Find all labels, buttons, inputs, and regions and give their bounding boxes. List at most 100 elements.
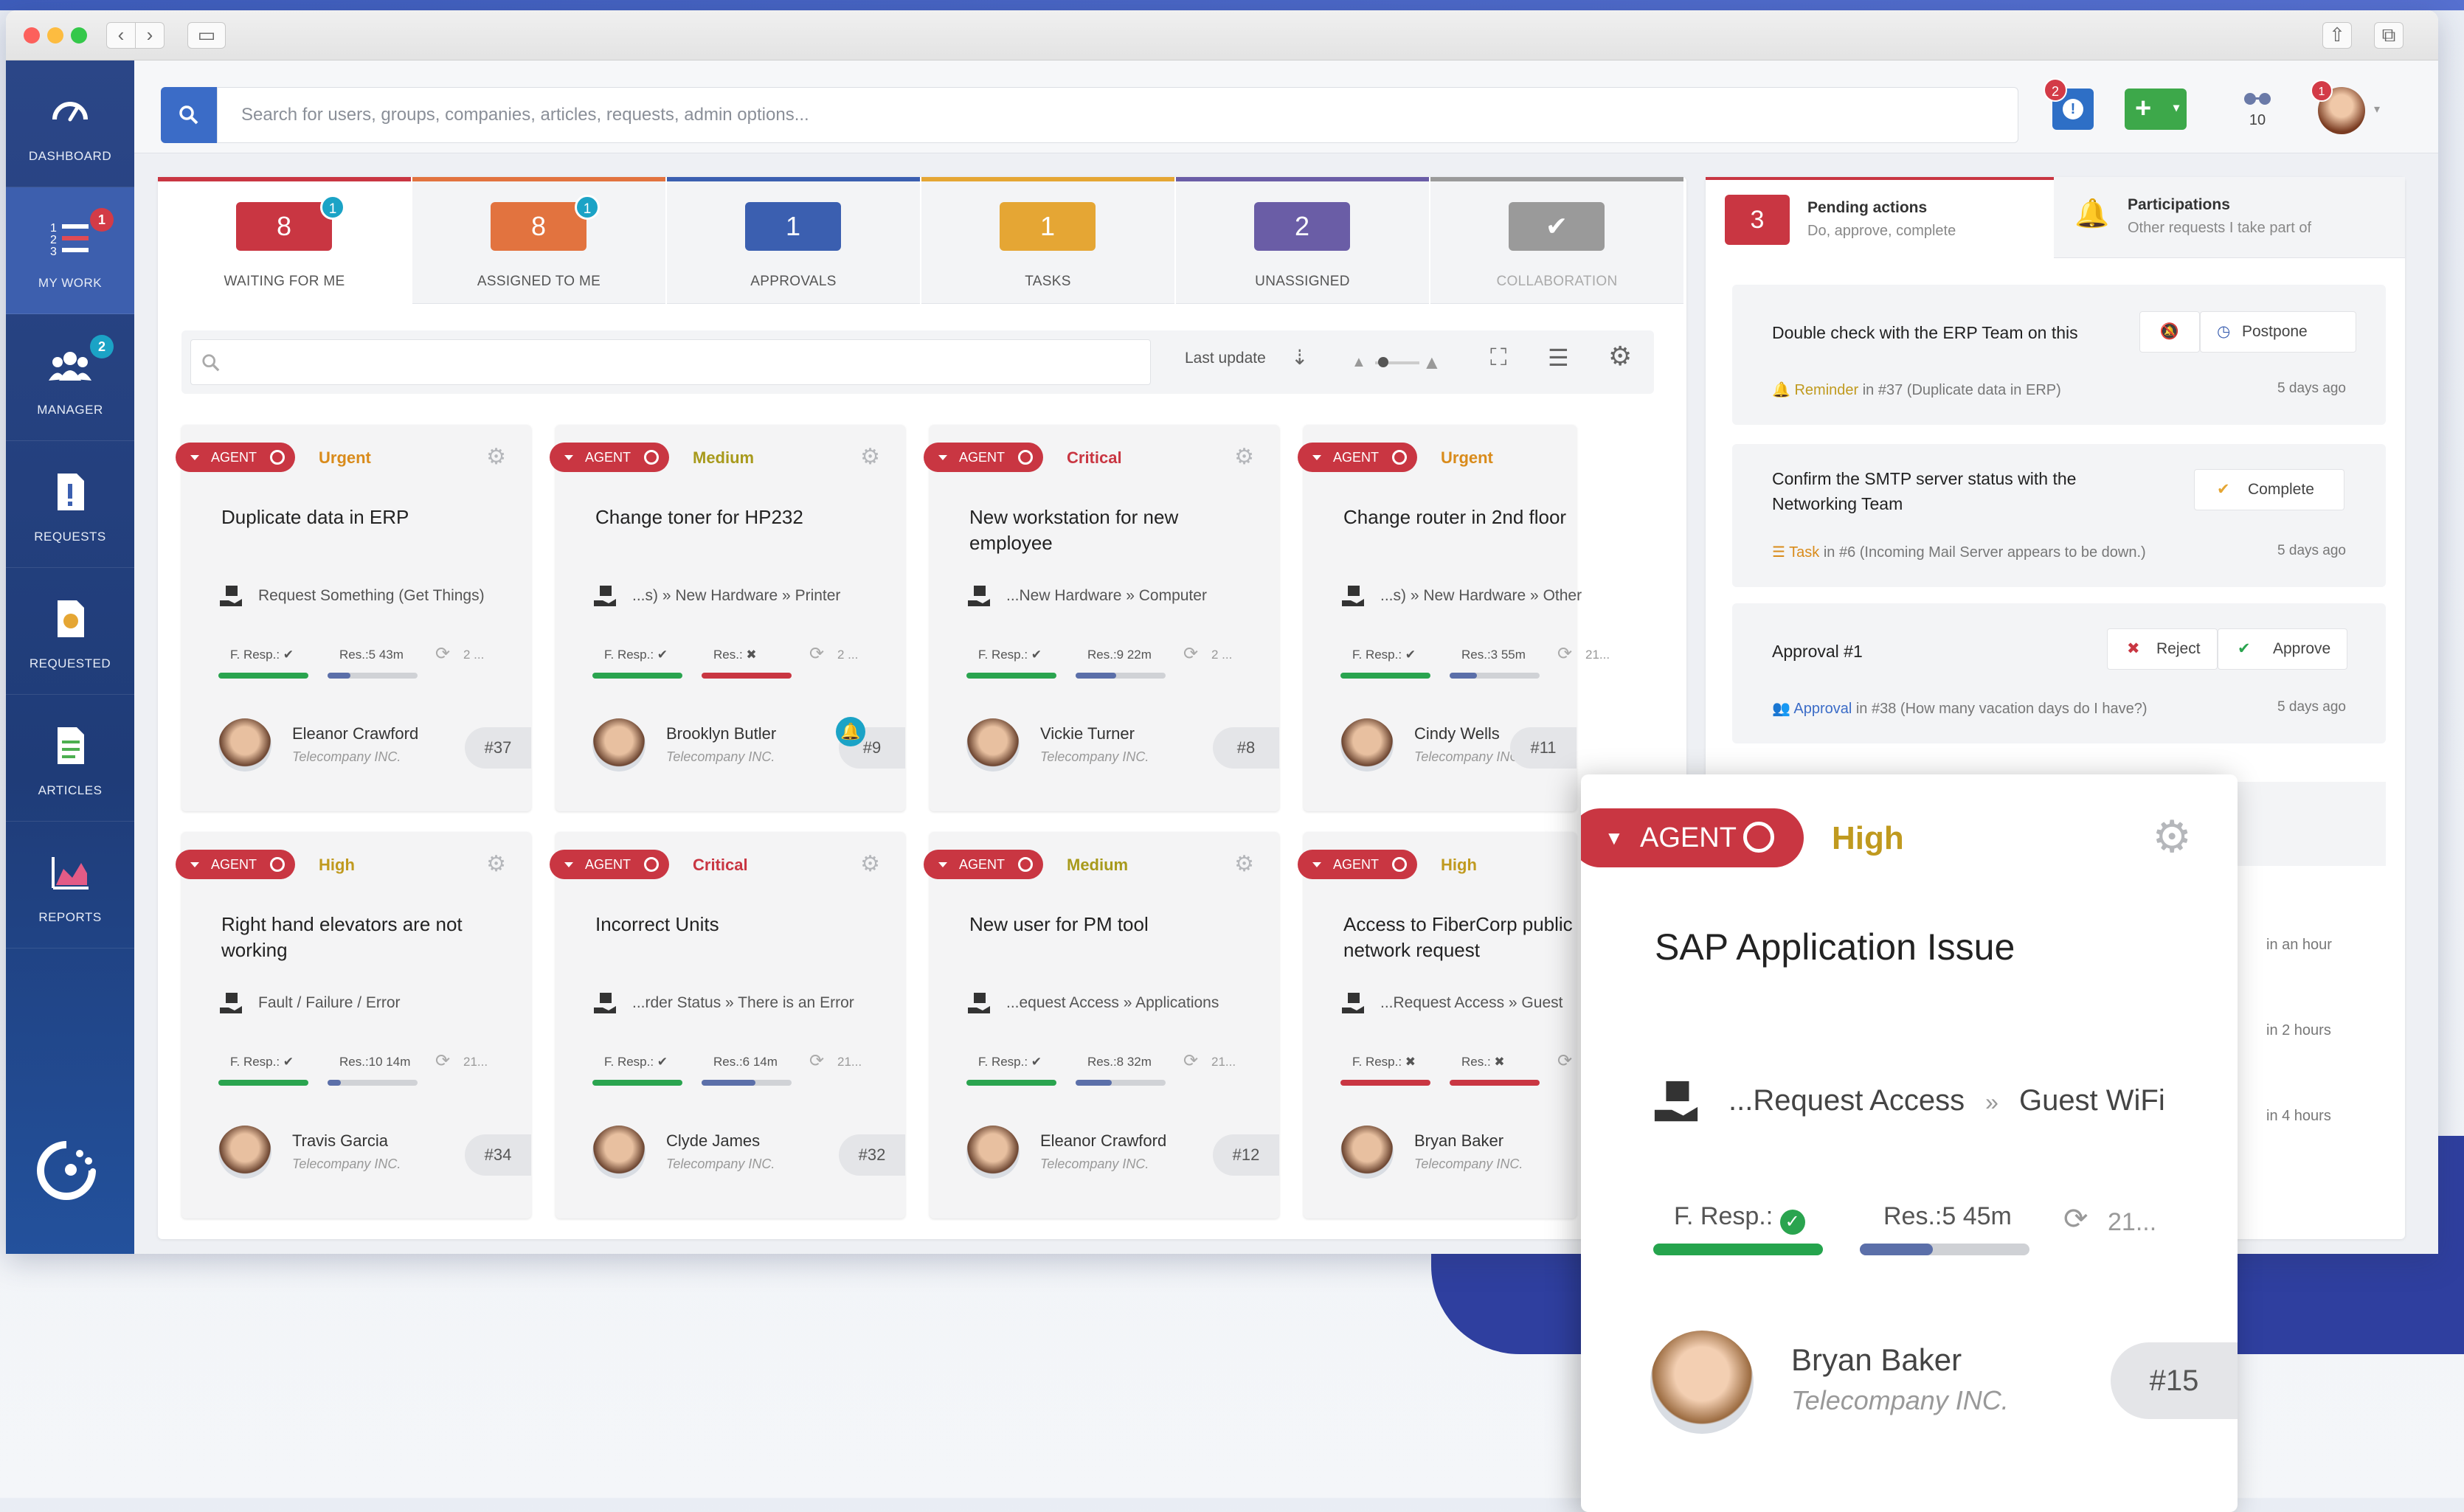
agent-tag[interactable]: AGENT	[176, 443, 296, 472]
settings-gear-icon[interactable]: ⚙	[2152, 811, 2192, 863]
tabs-icon[interactable]: ⧉	[2374, 22, 2404, 49]
pending-action-item[interactable]: Approval #1 ✖ Reject ✔ Approve 👥 Approval in …	[1732, 603, 2386, 743]
agent-tag[interactable]: AGENT	[924, 850, 1044, 879]
complete-button[interactable]: ✔ Complete	[2194, 469, 2344, 510]
ticket-id[interactable]: #37	[465, 727, 531, 769]
tab-title: Pending actions	[1807, 199, 1928, 216]
cycle-count: 2 ...	[837, 648, 859, 662]
ticket-card[interactable]: AGENT Urgent Change router in 2nd floor...…	[1298, 425, 1610, 811]
tab-collaboration[interactable]: ✔ COLLABORATION	[1430, 177, 1683, 304]
priority-label: High	[1832, 820, 1904, 856]
settings-gear-icon[interactable]: ⚙	[486, 444, 506, 470]
tab-pending-actions[interactable]: 3 Pending actions Do, approve, complete	[1706, 177, 2054, 260]
zoomed-ticket-card[interactable]: ▼ AGENT High ⚙ SAP Application Issue ...…	[1581, 774, 2238, 1512]
tab-assigned-to-me[interactable]: 8 1 ASSIGNED TO ME	[412, 177, 665, 304]
search-button[interactable]	[161, 87, 217, 143]
agent-tag[interactable]: AGENT	[550, 850, 670, 879]
sidebar-item-dashboard[interactable]: DASHBOARD	[6, 60, 134, 187]
ticket-card[interactable]: AGENT Medium ⚙ New user for PM tool ...eques…	[924, 832, 1279, 1218]
ticket-id[interactable]: #32	[839, 1134, 905, 1176]
settings-gear-icon[interactable]: ⚙	[1234, 444, 1254, 470]
top-bar: Search for users, groups, companies, art…	[134, 60, 2438, 153]
alerts-button[interactable]: ! 2	[2043, 78, 2094, 130]
requester-name: Vickie Turner	[1040, 724, 1135, 743]
add-new-button[interactable]: + ▾	[2125, 89, 2187, 130]
sort-order-icon[interactable]: ⇣	[1291, 345, 1308, 370]
sidebar-item-requests[interactable]: REQUESTS	[6, 441, 134, 568]
action-type-link[interactable]: Reminder	[1794, 382, 1858, 398]
pending-action-item[interactable]: Double check with the ERP Team on this 🔕 ◷…	[1732, 285, 2386, 425]
filter-search-input[interactable]	[190, 339, 1151, 385]
ticket-card[interactable]: AGENT High ⚙ Right hand elevators are not w…	[176, 832, 531, 1218]
maximize-window-button[interactable]	[71, 27, 87, 44]
ticket-id[interactable]: #34	[465, 1134, 531, 1176]
agent-tag[interactable]: AGENT	[550, 443, 670, 472]
ticket-id[interactable]: #8	[1213, 727, 1279, 769]
minimize-window-button[interactable]	[47, 27, 63, 44]
list-view-icon[interactable]: ☰	[1548, 344, 1569, 372]
settings-gear-icon[interactable]: ⚙	[486, 851, 506, 877]
ticket-card[interactable]: AGENT Critical ⚙ Incorrect Units ...rder Sta…	[550, 832, 905, 1218]
work-panel: 8 1 WAITING FOR ME 8 1 ASSIGNED TO ME 1 APPROVA…	[158, 177, 1686, 1239]
sidebar-toggle-icon[interactable]: ▭	[187, 22, 226, 49]
back-icon[interactable]: ‹	[106, 22, 136, 49]
forward-icon[interactable]: ›	[135, 22, 165, 49]
approve-button[interactable]: ✔ Approve	[2218, 628, 2347, 670]
close-window-button[interactable]	[24, 27, 40, 44]
tab-unassigned[interactable]: 2 UNASSIGNED	[1176, 177, 1429, 304]
global-search-input[interactable]: Search for users, groups, companies, art…	[217, 87, 2018, 143]
sidebar-item-reports[interactable]: REPORTS	[6, 822, 134, 949]
resolution-bar	[702, 1080, 792, 1086]
chevron-down-icon[interactable]: ▾	[2374, 102, 2380, 117]
agent-tag[interactable]: AGENT	[176, 850, 296, 879]
agent-tag[interactable]: AGENT	[1298, 850, 1418, 879]
ticket-card[interactable]: AGENT Critical ⚙ New workstation for new em…	[924, 425, 1279, 811]
sort-label[interactable]: Last update	[1185, 350, 1266, 367]
resolution-label: Res.:8 32m	[1087, 1055, 1152, 1069]
sidebar-item-requested[interactable]: REQUESTED	[6, 568, 134, 695]
settings-gear-icon[interactable]: ⚙	[860, 444, 880, 470]
resolution-bar	[1076, 673, 1166, 679]
category-path: Fault / Failure / Error	[258, 994, 401, 1011]
resolution-label: Res.:9 22m	[1087, 648, 1152, 662]
settings-gear-icon[interactable]: ⚙	[1234, 851, 1254, 877]
resolution-label: Res.: ✖	[713, 648, 757, 662]
tab-participations[interactable]: 🔔 Participations Other requests I take p…	[2054, 177, 2405, 258]
tab-waiting-for-me[interactable]: 8 1 WAITING FOR ME	[158, 177, 411, 304]
agent-tag[interactable]: AGENT	[924, 443, 1044, 472]
mute-button[interactable]: 🔕	[2139, 311, 2200, 353]
glasses-icon[interactable]	[2243, 90, 2272, 108]
ticket-id[interactable]: #11	[1510, 727, 1577, 769]
ticket-id[interactable]: #12	[1213, 1134, 1279, 1176]
sidebar-item-articles[interactable]: ARTICLES	[6, 695, 134, 822]
action-type-link[interactable]: Task	[1789, 544, 1819, 561]
ticket-card[interactable]: AGENT High Access to FiberCorp public netw…	[1298, 832, 1577, 1218]
schedule-time: in an hour	[2266, 937, 2332, 953]
tab-approvals[interactable]: 1 APPROVALS	[667, 177, 920, 304]
numbered-list-icon: 123	[50, 222, 89, 258]
settings-gear-icon[interactable]: ⚙	[1608, 341, 1632, 372]
ticket-card[interactable]: AGENT Urgent ⚙ Duplicate data in ERP Request…	[176, 425, 531, 811]
fullscreen-icon[interactable]: ⛶	[1490, 344, 1506, 372]
pending-action-item[interactable]: Confirm the SMTP server status with the …	[1732, 444, 2386, 587]
settings-gear-icon[interactable]: ⚙	[860, 851, 880, 877]
first-response-bar	[592, 673, 682, 679]
card-size-slider[interactable]: ▲ ▲	[1352, 342, 1442, 382]
tab-label: APPROVALS	[750, 274, 837, 289]
notification-bell-icon[interactable]: 🔔	[836, 717, 865, 746]
sidebar-item-manager[interactable]: 2 MANAGER	[6, 314, 134, 441]
sidebar-item-my-work[interactable]: 123 1 MY WORK	[6, 187, 134, 314]
path-child: Guest WiFi	[2018, 1084, 2165, 1117]
close-icon: ✖	[2127, 640, 2140, 657]
clock-icon	[1392, 450, 1408, 465]
agent-tag[interactable]: ▼ AGENT	[1581, 808, 1804, 867]
tab-tasks[interactable]: 1 TASKS	[921, 177, 1174, 304]
priority-label: Medium	[693, 448, 755, 467]
ticket-card[interactable]: AGENT Medium ⚙ Change toner for HP232 ...s) …	[550, 425, 905, 811]
share-icon[interactable]: ⇧	[2322, 22, 2352, 49]
agent-tag[interactable]: AGENT	[1298, 443, 1418, 472]
action-type-link[interactable]: Approval	[1793, 701, 1852, 717]
postpone-button[interactable]: ◷ Postpone	[2200, 311, 2356, 353]
reject-button[interactable]: ✖ Reject	[2107, 628, 2218, 670]
resolution-bar	[1450, 673, 1540, 679]
